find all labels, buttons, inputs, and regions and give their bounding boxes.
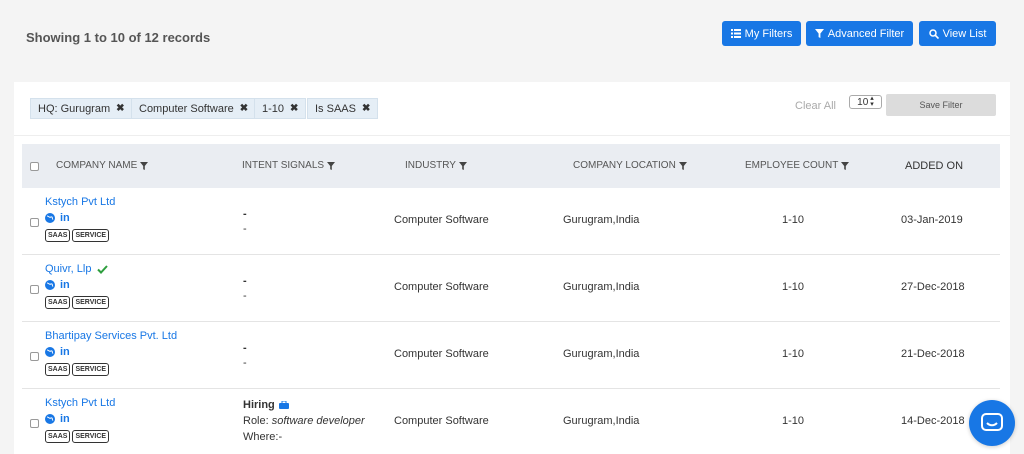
- company-name-link[interactable]: Bhartipay Services Pvt. Ltd: [45, 330, 177, 342]
- filter-icon[interactable]: [841, 161, 850, 170]
- filter-icon[interactable]: [678, 161, 687, 170]
- my-filters-button[interactable]: My Filters: [722, 21, 801, 46]
- table-row: Kstych Pvt Ltd in SAAS SERVICE Hiring Ro…: [22, 389, 1000, 454]
- saas-tag: SAAS: [45, 229, 71, 242]
- globe-icon[interactable]: [45, 347, 55, 357]
- row-checkbox[interactable]: [30, 352, 39, 361]
- saas-tag: SAAS: [45, 296, 71, 309]
- service-tag: SERVICE: [72, 296, 110, 309]
- table-row: Quivr, Llp in SAAS SERVICE - - Computer …: [22, 255, 1000, 322]
- location-cell: Gurugram,India: [563, 348, 640, 360]
- saas-tag: SAAS: [45, 363, 71, 376]
- filter-bar: HQ: Gurugram ✖ Computer Software ✖ 1-10 ✖ I…: [14, 82, 1010, 136]
- linkedin-icon[interactable]: in: [60, 212, 70, 224]
- service-tag: SERVICE: [72, 430, 110, 443]
- globe-icon[interactable]: [45, 213, 55, 223]
- industry-cell: Computer Software: [394, 281, 489, 293]
- location-cell: Gurugram,India: [563, 281, 640, 293]
- filter-icon[interactable]: [458, 161, 467, 170]
- search-icon: [928, 28, 939, 39]
- column-added-on[interactable]: ADDED ON: [905, 160, 963, 172]
- advanced-filter-button[interactable]: Advanced Filter: [806, 21, 913, 46]
- employee-count-cell: 1-10: [782, 348, 805, 360]
- intent-signals-cell: - -: [243, 342, 247, 369]
- row-checkbox[interactable]: [30, 218, 39, 227]
- table-header: COMPANY NAME INTENT SIGNALS INDUSTRY COM…: [22, 144, 1000, 188]
- clear-all-link[interactable]: Clear All: [795, 100, 836, 112]
- globe-icon[interactable]: [45, 414, 55, 424]
- service-tag: SERVICE: [72, 229, 110, 242]
- industry-cell: Computer Software: [394, 415, 489, 427]
- company-name-link[interactable]: Kstych Pvt Ltd: [45, 196, 115, 208]
- chat-icon: [981, 413, 1003, 431]
- added-on-cell: 21-Dec-2018: [901, 348, 965, 360]
- filter-chip-hq[interactable]: HQ: Gurugram ✖: [30, 98, 133, 119]
- employee-count-cell: 1-10: [782, 281, 805, 293]
- company-name-link[interactable]: Quivr, Llp: [45, 263, 109, 275]
- close-icon[interactable]: ✖: [290, 103, 298, 114]
- linkedin-icon[interactable]: in: [60, 346, 70, 358]
- location-cell: Gurugram,India: [563, 415, 640, 427]
- employee-count-cell: 1-10: [782, 415, 805, 427]
- industry-cell: Computer Software: [394, 348, 489, 360]
- close-icon[interactable]: ✖: [362, 103, 370, 114]
- row-checkbox[interactable]: [30, 419, 39, 428]
- filter-chip-industry[interactable]: Computer Software ✖: [131, 98, 257, 119]
- top-bar: Showing 1 to 10 of 12 records My Filters…: [0, 0, 1024, 80]
- added-on-cell: 03-Jan-2019: [901, 214, 963, 226]
- added-on-cell: 14-Dec-2018: [901, 415, 965, 427]
- intent-signals-cell: - -: [243, 275, 247, 302]
- filter-icon[interactable]: [327, 161, 336, 170]
- column-company-location[interactable]: COMPANY LOCATION: [573, 160, 687, 171]
- filter-chip-saas[interactable]: Is SAAS ✖: [307, 98, 379, 119]
- saas-tag: SAAS: [45, 430, 71, 443]
- row-checkbox[interactable]: [30, 285, 39, 294]
- employee-count-cell: 1-10: [782, 214, 805, 226]
- globe-icon[interactable]: [45, 280, 55, 290]
- filter-icon: [814, 29, 824, 38]
- save-filter-button[interactable]: Save Filter: [886, 94, 996, 116]
- intent-signals-cell: Hiring Role: software developer Where:-: [243, 399, 365, 443]
- column-industry[interactable]: INDUSTRY: [405, 160, 467, 171]
- verified-check-icon: [97, 264, 109, 274]
- service-tag: SERVICE: [72, 363, 110, 376]
- filter-chip-size[interactable]: 1-10 ✖: [254, 98, 307, 119]
- column-employee-count[interactable]: EMPLOYEE COUNT: [745, 160, 850, 171]
- view-list-button[interactable]: View List: [919, 21, 996, 46]
- filter-icon[interactable]: [140, 161, 149, 170]
- list-icon: [730, 29, 741, 38]
- intent-signals-cell: - -: [243, 208, 247, 235]
- briefcase-icon: [278, 401, 289, 409]
- location-cell: Gurugram,India: [563, 214, 640, 226]
- stepper-icon: ▴ ▾: [870, 95, 874, 108]
- records-count: Showing 1 to 10 of 12 records: [26, 30, 211, 45]
- industry-cell: Computer Software: [394, 214, 489, 226]
- company-name-link[interactable]: Kstych Pvt Ltd: [45, 397, 115, 409]
- table-row: Kstych Pvt Ltd in SAAS SERVICE - - Compu…: [22, 188, 1000, 255]
- linkedin-icon[interactable]: in: [60, 413, 70, 425]
- table-row: Bhartipay Services Pvt. Ltd in SAAS SERV…: [22, 322, 1000, 389]
- column-company-name[interactable]: COMPANY NAME: [56, 160, 149, 171]
- chat-launcher-button[interactable]: [969, 400, 1015, 446]
- select-all-checkbox[interactable]: [30, 162, 39, 171]
- close-icon[interactable]: ✖: [116, 103, 124, 114]
- linkedin-icon[interactable]: in: [60, 279, 70, 291]
- column-intent-signals[interactable]: INTENT SIGNALS: [242, 160, 336, 171]
- close-icon[interactable]: ✖: [240, 103, 248, 114]
- results-panel: HQ: Gurugram ✖ Computer Software ✖ 1-10 ✖ I…: [14, 82, 1010, 454]
- added-on-cell: 27-Dec-2018: [901, 281, 965, 293]
- page-size-select[interactable]: 10 ▴ ▾: [849, 95, 882, 109]
